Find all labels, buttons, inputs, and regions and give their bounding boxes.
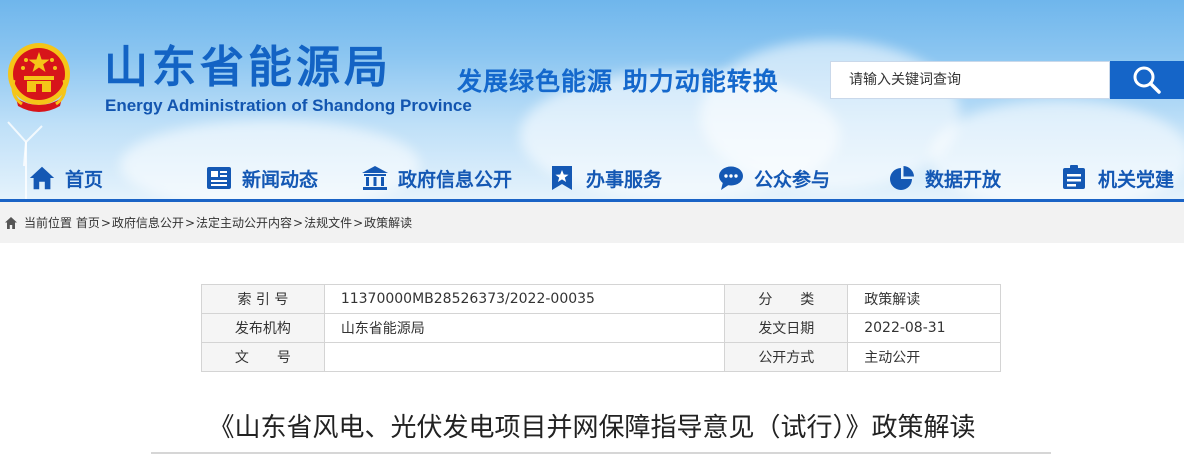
breadcrumb-link-gov-info[interactable]: 政府信息公开 bbox=[112, 214, 184, 231]
nav-item-label: 办事服务 bbox=[586, 168, 663, 191]
table-row: 索 引 号 11370000MB28526373/2022-00035 分 类 … bbox=[201, 284, 1001, 314]
site-header: 山东省能源局 Energy Administration of Shandong… bbox=[0, 0, 1184, 202]
nav-item-label: 新闻动态 bbox=[242, 168, 319, 191]
breadcrumb-link-regulations[interactable]: 法规文件 bbox=[304, 214, 352, 231]
document-info-table: 索 引 号 11370000MB28526373/2022-00035 分 类 … bbox=[201, 284, 1001, 372]
search-button[interactable] bbox=[1110, 61, 1184, 99]
info-value: 主动公开 bbox=[847, 342, 1001, 372]
nav-item-gov-info[interactable]: 政府信息公开 bbox=[361, 155, 512, 201]
government-building-icon bbox=[361, 164, 389, 192]
info-value: 11370000MB28526373/2022-00035 bbox=[323, 284, 726, 314]
party-building-icon bbox=[1061, 164, 1089, 192]
main-nav: 首页 新闻动态 政府信息公开 办事服务 公众参与 数据开放 机关党建 bbox=[0, 155, 1184, 201]
table-row: 文 号 公开方式 主动公开 bbox=[201, 342, 1001, 372]
chat-bubble-icon bbox=[717, 164, 745, 192]
info-value bbox=[323, 342, 726, 372]
nav-item-label: 首页 bbox=[65, 168, 104, 191]
breadcrumb-separator: > bbox=[293, 215, 304, 230]
search-box bbox=[830, 61, 1110, 99]
info-label: 发文日期 bbox=[724, 313, 849, 343]
table-row: 发布机构 山东省能源局 发文日期 2022-08-31 bbox=[201, 313, 1001, 343]
breadcrumb-separator: > bbox=[353, 215, 364, 230]
nav-item-party-building[interactable]: 机关党建 bbox=[1061, 155, 1174, 201]
slogan: 发展绿色能源 助力动能转换 bbox=[457, 67, 779, 96]
bookmark-star-icon bbox=[549, 164, 577, 192]
info-label: 分 类 bbox=[724, 284, 849, 314]
breadcrumb: 当前位置 首页 > 政府信息公开 > 法定主动公开内容 > 法规文件 > 政策解读 bbox=[0, 202, 1184, 243]
info-label: 发布机构 bbox=[201, 313, 325, 343]
site-title: 山东省能源局 bbox=[104, 42, 392, 93]
site-subtitle: Energy Administration of Shandong Provin… bbox=[105, 96, 472, 115]
home-icon bbox=[28, 164, 56, 192]
search-input[interactable] bbox=[831, 62, 1109, 98]
nav-item-open-data[interactable]: 数据开放 bbox=[888, 155, 1001, 201]
nav-item-label: 公众参与 bbox=[754, 168, 831, 191]
newspaper-icon bbox=[205, 164, 233, 192]
breadcrumb-separator: > bbox=[100, 215, 111, 230]
pie-chart-icon bbox=[888, 164, 916, 192]
info-value: 山东省能源局 bbox=[323, 313, 726, 343]
nav-item-label: 机关党建 bbox=[1098, 168, 1175, 191]
nav-item-label: 政府信息公开 bbox=[398, 168, 513, 191]
breadcrumb-link-statutory[interactable]: 法定主动公开内容 bbox=[196, 214, 292, 231]
info-value: 政策解读 bbox=[847, 284, 1001, 314]
title-divider bbox=[151, 452, 1051, 454]
home-icon bbox=[4, 216, 18, 230]
national-emblem-icon bbox=[8, 43, 70, 112]
breadcrumb-link-policy-interpretation[interactable]: 政策解读 bbox=[364, 214, 412, 231]
breadcrumb-separator: > bbox=[184, 215, 195, 230]
info-label: 索 引 号 bbox=[201, 284, 325, 314]
nav-item-news[interactable]: 新闻动态 bbox=[205, 155, 318, 201]
article-title: 《山东省风电、光伏发电项目并网保障指导意见（试行）》政策解读 bbox=[208, 413, 976, 443]
magnifier-icon bbox=[1133, 66, 1161, 94]
info-value: 2022-08-31 bbox=[847, 313, 1001, 343]
breadcrumb-link-home[interactable]: 首页 bbox=[76, 214, 100, 231]
nav-item-label: 数据开放 bbox=[925, 168, 1002, 191]
nav-item-services[interactable]: 办事服务 bbox=[549, 155, 662, 201]
nav-item-participation[interactable]: 公众参与 bbox=[717, 155, 830, 201]
info-label: 公开方式 bbox=[724, 342, 849, 372]
nav-item-home[interactable]: 首页 bbox=[28, 155, 103, 201]
info-label: 文 号 bbox=[201, 342, 325, 372]
breadcrumb-prefix: 当前位置 bbox=[24, 216, 73, 230]
